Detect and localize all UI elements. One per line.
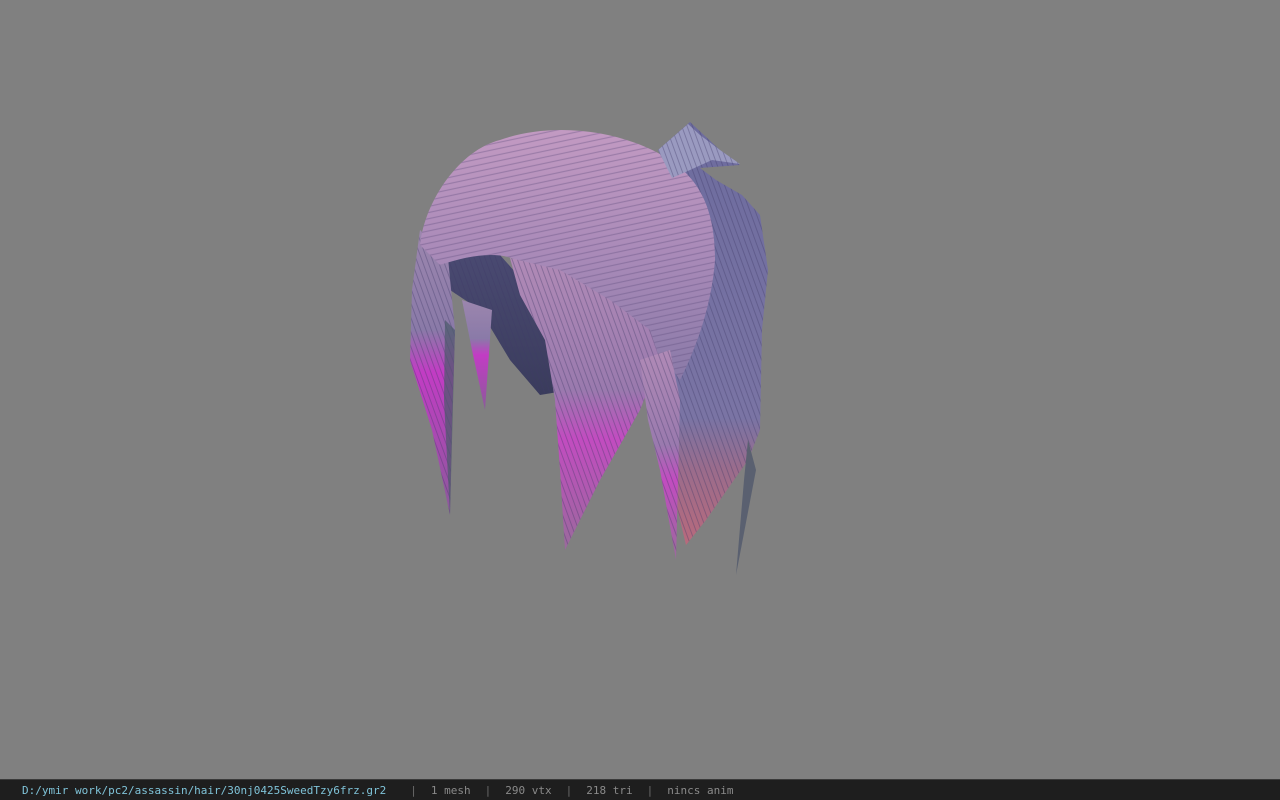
separator: |	[484, 783, 492, 797]
separator: |	[646, 783, 654, 797]
separator: |	[565, 783, 573, 797]
triangle-count: 218 tri	[586, 783, 633, 797]
mesh-count: 1 mesh	[430, 783, 471, 797]
animation-status: nincs anim	[667, 783, 734, 797]
separator: |	[410, 783, 417, 797]
hair-model[interactable]	[0, 0, 1280, 779]
vertex-count: 290 vtx	[505, 783, 552, 797]
file-path: D:/ymir work/pc2/assassin/hair/30nj0425S…	[22, 783, 387, 797]
model-viewport[interactable]	[0, 0, 1280, 779]
status-bar: D:/ymir work/pc2/assassin/hair/30nj0425S…	[0, 779, 1280, 800]
